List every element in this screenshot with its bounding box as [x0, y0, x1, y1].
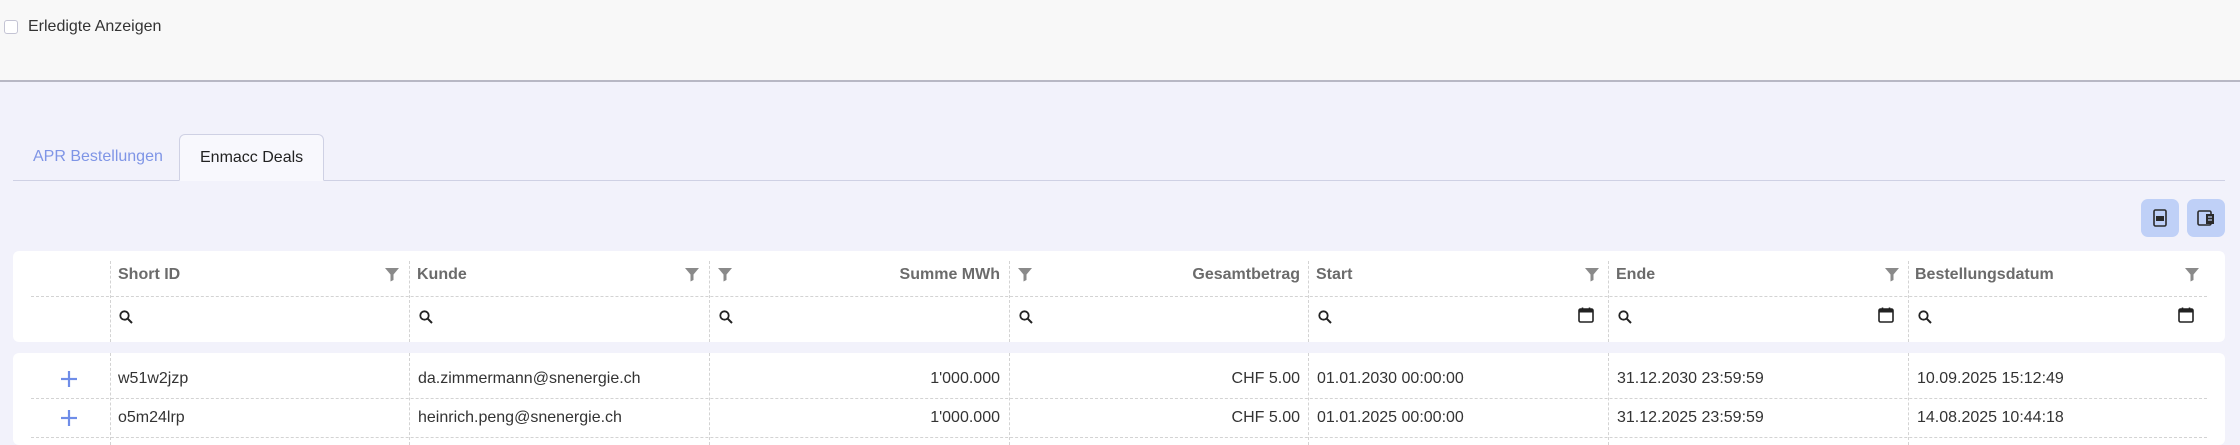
- cell-kunde: da.zimmermann@snenergie.ch: [418, 370, 641, 387]
- cell-start: 01.01.2030 00:00:00: [1317, 370, 1464, 387]
- show-done-checkbox[interactable]: [4, 20, 18, 34]
- cell-ende: 31.12.2025 23:59:59: [1617, 409, 1764, 426]
- calendar-icon[interactable]: [2177, 306, 2195, 324]
- column-header-bestellungsdatum[interactable]: Bestellungsdatum: [1915, 266, 2054, 284]
- cell-bestellungsdatum: 10.09.2025 15:12:49: [1917, 370, 2064, 387]
- column-header-kunde[interactable]: Kunde: [417, 266, 467, 284]
- filter-icon[interactable]: [1583, 265, 1601, 283]
- column-header-gesamtbetrag[interactable]: Gesamtbetrag: [1192, 266, 1300, 284]
- search-icon[interactable]: [418, 309, 434, 325]
- filter-icon[interactable]: [383, 265, 401, 283]
- show-done-toggle[interactable]: Erledigte Anzeigen: [4, 18, 161, 36]
- top-filter-bar: Erledigte Anzeigen: [0, 0, 2240, 82]
- calendar-icon[interactable]: [1577, 306, 1595, 324]
- search-icon[interactable]: [1917, 309, 1933, 325]
- column-header-summe-mwh[interactable]: Summe MWh: [900, 266, 1000, 284]
- cell-short-id: w51w2jzp: [118, 370, 189, 387]
- export-excel-icon: [2197, 210, 2214, 226]
- cell-start: 01.01.2025 00:00:00: [1317, 409, 1464, 426]
- filter-icon[interactable]: [1883, 265, 1901, 283]
- filter-icon[interactable]: [1016, 265, 1034, 283]
- tab-apr-bestellungen[interactable]: APR Bestellungen: [13, 134, 183, 180]
- table-header: Short ID Kunde Summe MWh Gesamtbetrag St…: [13, 251, 2225, 342]
- table-row[interactable]: w51w2jzp da.zimmermann@snenergie.ch 1'00…: [13, 360, 2225, 398]
- column-header-start[interactable]: Start: [1316, 266, 1352, 284]
- cell-gesamtbetrag: CHF 5.00: [1231, 409, 1300, 426]
- column-header-ende[interactable]: Ende: [1616, 266, 1655, 284]
- cell-kunde: heinrich.peng@snenergie.ch: [418, 409, 622, 426]
- cell-bestellungsdatum: 14.08.2025 10:44:18: [1917, 409, 2064, 426]
- search-icon[interactable]: [1617, 309, 1633, 325]
- search-icon[interactable]: [118, 309, 134, 325]
- cell-summe-mwh: 1'000.000: [930, 370, 1000, 387]
- filter-icon[interactable]: [2183, 265, 2201, 283]
- cell-ende: 31.12.2030 23:59:59: [1617, 370, 1764, 387]
- cell-summe-mwh: 1'000.000: [930, 409, 1000, 426]
- excel-export-button[interactable]: [2187, 199, 2225, 237]
- tab-enmacc-deals[interactable]: Enmacc Deals: [179, 134, 325, 181]
- filter-icon[interactable]: [683, 265, 701, 283]
- table-row[interactable]: o5m24lrp heinrich.peng@snenergie.ch 1'00…: [13, 399, 2225, 437]
- search-icon[interactable]: [1317, 309, 1333, 325]
- csv-export-button[interactable]: [2141, 199, 2179, 237]
- cell-gesamtbetrag: CHF 5.00: [1231, 370, 1300, 387]
- expand-plus-icon[interactable]: [58, 368, 80, 390]
- table-body: w51w2jzp da.zimmermann@snenergie.ch 1'00…: [13, 353, 2225, 445]
- show-done-label: Erledigte Anzeigen: [28, 18, 162, 35]
- filter-icon[interactable]: [716, 265, 734, 283]
- cell-short-id: o5m24lrp: [118, 409, 185, 426]
- search-icon[interactable]: [718, 309, 734, 325]
- search-icon[interactable]: [1018, 309, 1034, 325]
- tab-bar: APR Bestellungen Enmacc Deals: [13, 134, 2225, 181]
- calendar-icon[interactable]: [1877, 306, 1895, 324]
- column-header-short-id[interactable]: Short ID: [118, 266, 180, 284]
- expand-plus-icon[interactable]: [58, 407, 80, 429]
- file-csv-icon: [2153, 209, 2167, 227]
